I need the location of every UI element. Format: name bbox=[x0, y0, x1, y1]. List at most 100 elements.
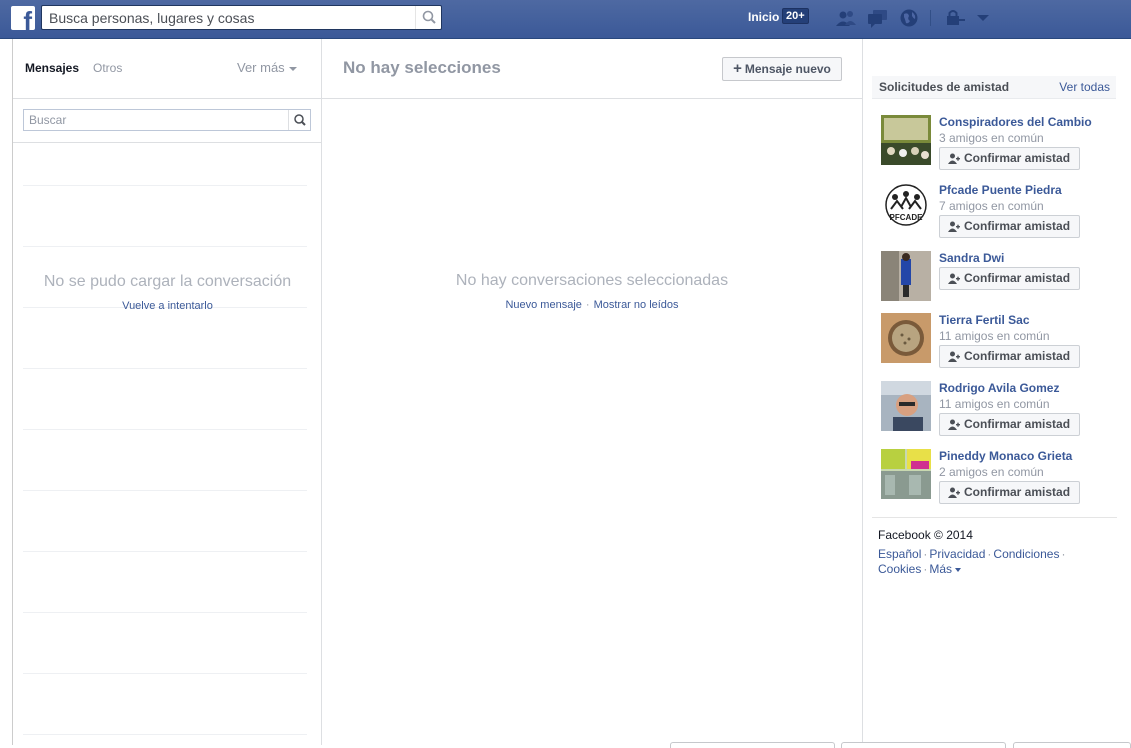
confirm-friend-button[interactable]: Confirmar amistad bbox=[939, 147, 1080, 170]
new-message-button[interactable]: + Mensaje nuevo bbox=[722, 57, 842, 81]
mutual-friends[interactable]: 11 amigos en común bbox=[939, 397, 1050, 411]
message-search bbox=[23, 109, 311, 131]
tab-messages[interactable]: Mensajes bbox=[25, 61, 79, 75]
conversation-title: No hay selecciones bbox=[343, 58, 501, 77]
home-badge: 20+ bbox=[782, 8, 809, 24]
retry-link[interactable]: Vuelve a intentarlo bbox=[13, 300, 322, 312]
list-divider bbox=[23, 612, 307, 613]
confirm-friend-label: Confirmar amistad bbox=[964, 417, 1071, 431]
requester-name[interactable]: Tierra Fertil Sac bbox=[939, 313, 1030, 327]
separator-dot: · bbox=[987, 547, 992, 561]
confirm-friend-button[interactable]: Confirmar amistad bbox=[939, 413, 1080, 436]
list-divider bbox=[23, 551, 307, 552]
confirm-friend-button[interactable]: Confirmar amistad bbox=[939, 267, 1080, 290]
profile-photo[interactable] bbox=[881, 381, 931, 431]
tab-other[interactable]: Otros bbox=[93, 61, 122, 75]
requester-name[interactable]: Sandra Dwi bbox=[939, 251, 1004, 265]
footer-link-terms[interactable]: Condiciones bbox=[993, 547, 1059, 561]
footer-link-more-label: Más bbox=[929, 562, 953, 576]
friend-requests-icon[interactable] bbox=[835, 8, 857, 28]
add-friend-icon bbox=[948, 487, 960, 498]
top-bar-divider bbox=[930, 10, 931, 26]
account-menu-icon[interactable] bbox=[972, 8, 994, 28]
facebook-logo[interactable]: f bbox=[11, 6, 35, 30]
separator-dot: · bbox=[1061, 547, 1066, 561]
friend-request-item: Pineddy Monaco Grieta 2 amigos en común … bbox=[881, 449, 1121, 504]
confirm-friend-button[interactable]: Confirmar amistad bbox=[939, 345, 1080, 368]
new-message-link[interactable]: Nuevo mensaje bbox=[505, 299, 581, 311]
search-icon bbox=[294, 114, 306, 126]
list-divider bbox=[23, 490, 307, 491]
see-all-link[interactable]: Ver todas bbox=[1059, 80, 1110, 94]
notifications-globe-icon[interactable] bbox=[899, 8, 921, 28]
footer-link-more[interactable]: Más bbox=[929, 562, 962, 576]
requester-name[interactable]: Pineddy Monaco Grieta bbox=[939, 449, 1072, 463]
new-message-label: Mensaje nuevo bbox=[744, 62, 831, 76]
mutual-friends[interactable]: 3 amigos en común bbox=[939, 131, 1044, 145]
empty-conversation-message: No hay conversaciones seleccionadas bbox=[455, 272, 729, 289]
facebook-logo-letter: f bbox=[23, 6, 32, 30]
mutual-friends[interactable]: 11 amigos en común bbox=[939, 329, 1050, 343]
requester-name[interactable]: Rodrigo Avila Gomez bbox=[939, 381, 1059, 395]
friend-request-item: Conspiradores del Cambio 3 amigos en com… bbox=[881, 115, 1121, 170]
requester-name[interactable]: Pfcade Puente Piedra bbox=[939, 183, 1062, 197]
top-bar: f Inicio 20+ bbox=[0, 0, 1131, 39]
separator-dot: · bbox=[923, 547, 928, 561]
footer-link-language[interactable]: Español bbox=[878, 547, 921, 561]
global-search bbox=[41, 5, 442, 30]
profile-photo[interactable] bbox=[881, 115, 931, 165]
message-list-header: Mensajes Otros Ver más bbox=[13, 39, 322, 99]
message-search-button[interactable] bbox=[288, 110, 310, 130]
message-list-panel: Mensajes Otros Ver más No se pudo cargar… bbox=[12, 39, 322, 745]
confirm-friend-button[interactable]: Confirmar amistad bbox=[939, 481, 1080, 504]
svg-text:PFCADE: PFCADE bbox=[890, 213, 924, 222]
confirm-friend-label: Confirmar amistad bbox=[964, 151, 1071, 165]
friend-request-item: Sandra Dwi Confirmar amistad bbox=[881, 251, 1121, 303]
friend-requests-panel: Solicitudes de amistad Ver todas Conspir… bbox=[863, 39, 1131, 745]
confirm-friend-label: Confirmar amistad bbox=[964, 271, 1071, 285]
profile-photo[interactable] bbox=[881, 313, 931, 363]
conversation-panel: No hay selecciones + Mensaje nuevo No hay… bbox=[322, 39, 863, 745]
profile-photo[interactable] bbox=[881, 449, 931, 499]
footer-divider bbox=[872, 517, 1117, 518]
profile-photo[interactable]: PFCADE bbox=[881, 183, 931, 233]
footer-copyright: Facebook © 2014 bbox=[878, 528, 973, 542]
chevron-down-icon bbox=[955, 567, 962, 572]
show-unread-link[interactable]: Mostrar no leídos bbox=[594, 299, 679, 311]
profile-photo[interactable] bbox=[881, 251, 931, 301]
add-friend-icon bbox=[948, 221, 960, 232]
search-icon bbox=[422, 10, 436, 24]
home-link[interactable]: Inicio bbox=[748, 10, 779, 24]
add-friend-icon bbox=[948, 153, 960, 164]
list-divider bbox=[23, 429, 307, 430]
add-friend-icon bbox=[948, 419, 960, 430]
mutual-friends[interactable]: 7 amigos en común bbox=[939, 199, 1044, 213]
friend-request-item: PFCADE Pfcade Puente Piedra 7 amigos en … bbox=[881, 183, 1121, 238]
plus-icon: + bbox=[733, 60, 742, 77]
confirm-friend-button[interactable]: Confirmar amistad bbox=[939, 215, 1080, 238]
global-search-button[interactable] bbox=[415, 6, 441, 29]
global-search-input[interactable] bbox=[49, 9, 409, 27]
footer-link-privacy[interactable]: Privacidad bbox=[929, 547, 985, 561]
confirm-friend-label: Confirmar amistad bbox=[964, 349, 1071, 363]
friend-request-item: Tierra Fertil Sac 11 amigos en común Con… bbox=[881, 313, 1121, 368]
list-divider bbox=[23, 185, 307, 186]
conversation-header: No hay selecciones + Mensaje nuevo bbox=[322, 39, 862, 99]
privacy-lock-icon[interactable] bbox=[945, 8, 967, 28]
see-more-label: Ver más bbox=[237, 60, 285, 75]
empty-conversation-links: Nuevo mensaje · Mostrar no leídos bbox=[322, 299, 862, 311]
requester-name[interactable]: Conspiradores del Cambio bbox=[939, 115, 1092, 129]
footer-link-cookies[interactable]: Cookies bbox=[878, 562, 921, 576]
messages-icon[interactable] bbox=[867, 8, 889, 28]
list-divider bbox=[23, 673, 307, 674]
list-divider bbox=[23, 368, 307, 369]
message-search-bar bbox=[13, 99, 322, 143]
message-search-input[interactable] bbox=[29, 112, 279, 128]
add-friend-icon bbox=[948, 351, 960, 362]
separator-dot: · bbox=[923, 562, 928, 576]
friend-requests-title: Solicitudes de amistad bbox=[879, 80, 1010, 94]
see-more-dropdown[interactable]: Ver más bbox=[237, 60, 297, 75]
mutual-friends[interactable]: 2 amigos en común bbox=[939, 465, 1044, 479]
chat-tab[interactable] bbox=[670, 742, 835, 748]
list-divider bbox=[23, 734, 307, 735]
